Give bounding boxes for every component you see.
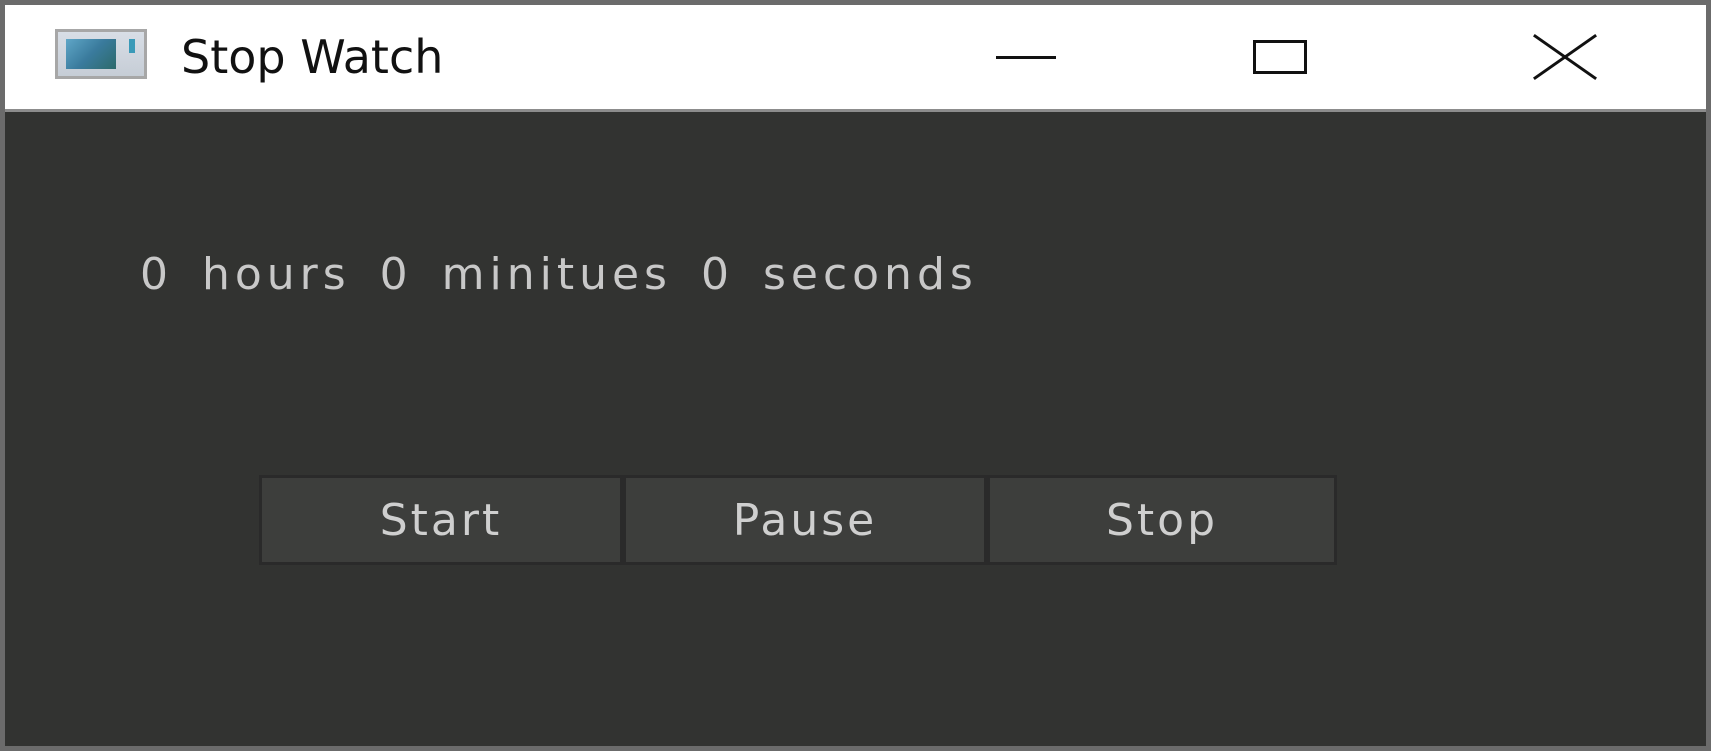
start-button[interactable]: Start (259, 475, 623, 565)
stopwatch-panel: 0 hours 0 minitues 0 seconds Start Pause… (15, 112, 1706, 746)
maximize-icon (1253, 40, 1307, 74)
close-icon (1533, 25, 1597, 89)
minimize-button[interactable] (951, 5, 1101, 109)
elapsed-time-label: 0 hours 0 minitues 0 seconds (140, 249, 978, 300)
stop-button[interactable]: Stop (987, 475, 1337, 565)
app-icon-screen (66, 39, 116, 69)
pause-button[interactable]: Pause (623, 475, 987, 565)
close-button[interactable] (1490, 5, 1640, 109)
app-window-icon (55, 29, 147, 79)
title-bar[interactable]: Stop Watch (5, 5, 1706, 112)
window-title: Stop Watch (181, 30, 444, 84)
maximize-button[interactable] (1205, 5, 1355, 109)
app-icon-indicator (129, 39, 135, 53)
stopwatch-window: Stop Watch 0 hours 0 minitues 0 seconds … (0, 0, 1711, 751)
minimize-icon (996, 55, 1056, 59)
